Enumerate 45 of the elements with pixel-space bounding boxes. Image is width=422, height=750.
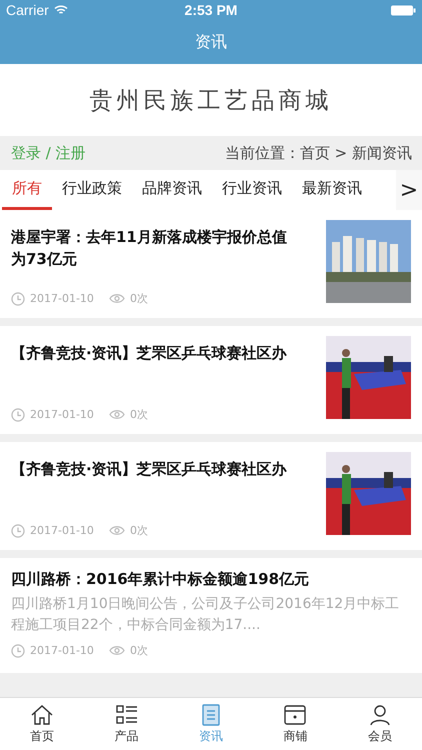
view-count: 0次: [130, 407, 148, 422]
article-title: 四川路桥：2016年累计中标金额逾198亿元: [11, 569, 310, 590]
breadcrumb: 当前位置：首页 > 新闻资讯: [224, 144, 412, 162]
wifi-icon: [54, 5, 68, 15]
article-card[interactable]: 【齐鲁竞技·资讯】芝罘区乒乓球赛社区办 2017-01-10 0次: [0, 326, 422, 434]
tab-bar-item[interactable]: 会员: [338, 698, 422, 750]
next-tabs-button[interactable]: >: [396, 170, 422, 210]
clock-icon: [11, 524, 25, 538]
article-card[interactable]: 港屋宇署：去年11月新落成楼宇报价总值为73亿元 2017-01-10 0次: [0, 210, 422, 318]
battery-icon: [391, 4, 416, 16]
clock-icon: [11, 644, 25, 658]
article-card[interactable]: 四川路桥：2016年累计中标金额逾198亿元 四川路桥1月10日晚间公告，公司及子公司2016年12月中标工程施工项目22个，中标合同金额为17.... 2017-01-10 0次: [0, 558, 422, 673]
view-count: 0次: [130, 643, 148, 659]
tab-bar-item[interactable]: 产品: [84, 698, 169, 750]
eye-icon: [108, 293, 125, 304]
tab-bar-item[interactable]: 首页: [0, 698, 84, 750]
article-summary: 四川路桥1月10日晚间公告，公司及子公司2016年12月中标工程施工项目22个，中标合同金额为17....: [11, 595, 400, 635]
article-date: 2017-01-10: [30, 643, 94, 659]
category-tab[interactable]: 品牌资讯: [132, 170, 212, 210]
article-title: 港屋宇署：去年11月新落成楼宇报价总值为73亿元: [11, 227, 288, 270]
article-date: 2017-01-10: [30, 524, 94, 537]
tab-bar-item[interactable]: 商铺: [253, 698, 338, 750]
eye-icon: [108, 409, 125, 420]
article-date: 2017-01-10: [30, 408, 94, 421]
house-icon: [30, 704, 54, 726]
article-date: 2017-01-10: [30, 292, 94, 305]
person-icon: [368, 704, 392, 726]
view-count: 0次: [130, 523, 148, 538]
category-tab[interactable]: 行业资讯: [212, 170, 292, 210]
clock-icon: [11, 292, 25, 306]
category-tab[interactable]: 行业政策: [52, 170, 132, 210]
article-title: 【齐鲁竞技·资讯】芝罘区乒乓球赛社区办: [11, 343, 288, 364]
list-icon: [114, 704, 139, 726]
article-title: 【齐鲁竞技·资讯】芝罘区乒乓球赛社区办: [11, 459, 288, 480]
carrier-label: Carrier: [6, 2, 49, 18]
shop-icon: [283, 704, 308, 726]
page-title: 资讯: [195, 32, 227, 52]
category-tab[interactable]: 最新资讯: [292, 170, 372, 210]
store-logo: 贵州民族工艺品商城: [90, 86, 332, 116]
clock-time: 2:53 PM: [184, 2, 238, 18]
view-count: 0次: [130, 291, 148, 306]
eye-icon: [108, 645, 125, 656]
article-card[interactable]: 【齐鲁竞技·资讯】芝罘区乒乓球赛社区办 2017-01-10 0次: [0, 442, 422, 550]
eye-icon: [108, 525, 125, 536]
clock-icon: [11, 408, 25, 422]
